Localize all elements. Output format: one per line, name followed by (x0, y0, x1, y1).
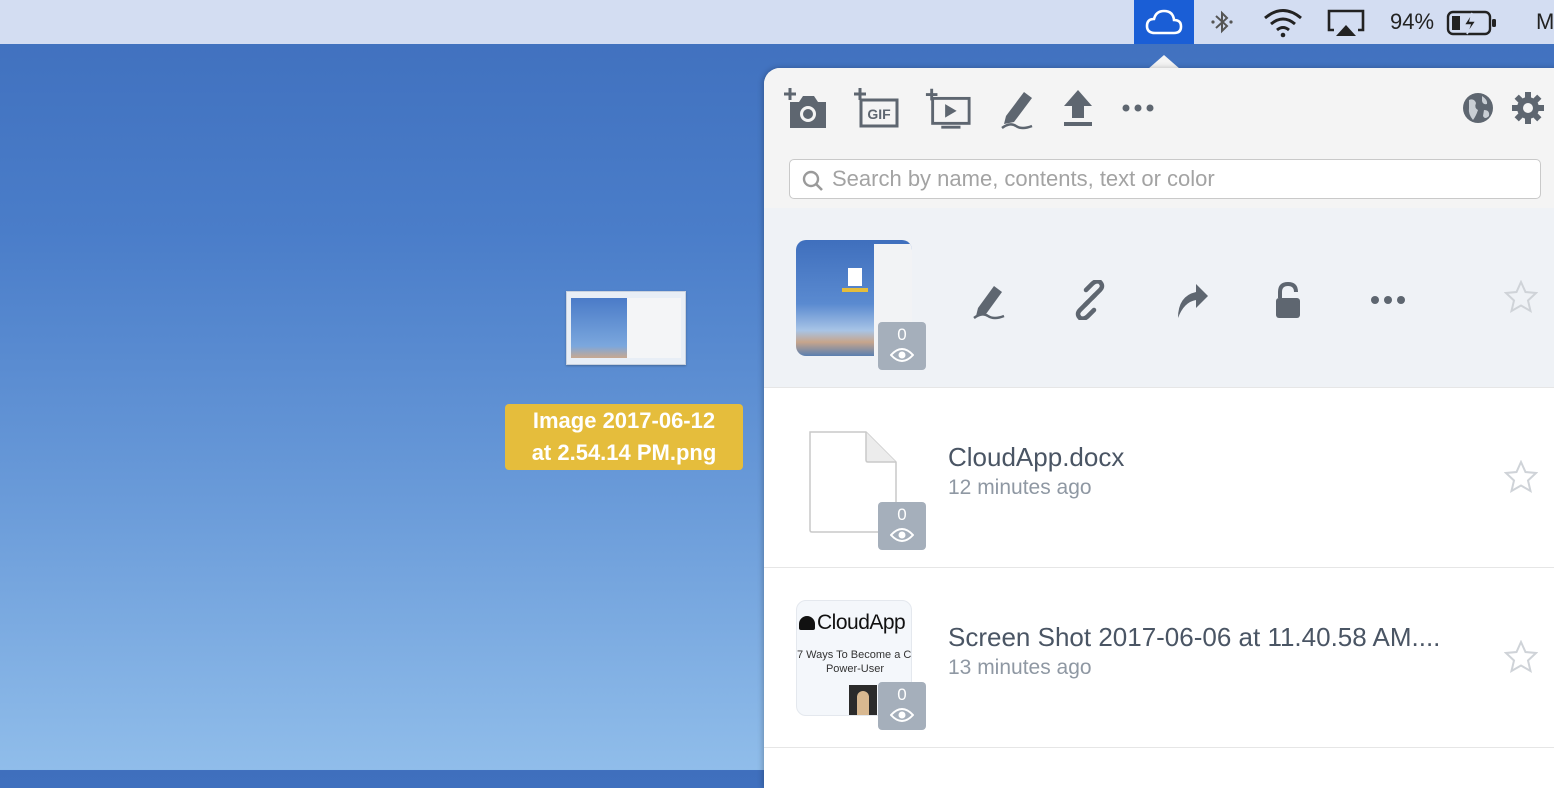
settings-gear-icon[interactable] (1504, 86, 1552, 130)
file-label-line2: at 2.54.14 PM.png (531, 440, 717, 465)
view-count: 0 (897, 505, 907, 524)
thumbnail-line1: 7 Ways To Become a Cloud (797, 649, 912, 661)
popover-arrow (1148, 55, 1180, 69)
thumbnail-preview-left (571, 298, 627, 358)
bluetooth-icon[interactable] (1207, 8, 1237, 41)
thumbnail-line2: Power-User (825, 663, 885, 675)
list-item[interactable]: CloudApp 7 Ways To Become a Cloud Power-… (764, 568, 1554, 748)
thumbnail-photo-person (857, 691, 869, 715)
globe-icon[interactable] (1454, 86, 1502, 130)
wifi-icon[interactable] (1262, 8, 1304, 43)
favorite-star-icon[interactable] (1503, 279, 1539, 319)
list-item[interactable]: 0 CloudApp.docx 12 minutes ago (764, 388, 1554, 568)
copy-link-icon[interactable] (1068, 278, 1112, 322)
file-label-line1: Image 2017-06-12 (532, 408, 716, 433)
eye-icon (890, 348, 914, 362)
favorite-star-icon[interactable] (1503, 459, 1539, 499)
list-item[interactable]: 0 (764, 208, 1554, 388)
item-timestamp: 13 minutes ago (948, 656, 1092, 679)
item-more-options-icon[interactable] (1366, 278, 1410, 322)
upload-icon[interactable] (1054, 86, 1102, 130)
annotate-action-icon[interactable] (968, 278, 1012, 322)
menu-bar: 94% M (0, 0, 1554, 44)
menubar-overflow-item[interactable]: M (1536, 0, 1554, 44)
search-input[interactable] (832, 164, 1522, 194)
item-title[interactable]: CloudApp.docx (948, 442, 1124, 473)
search-icon (802, 170, 823, 191)
more-options-icon[interactable] (1114, 86, 1162, 130)
desktop-file-label[interactable]: Image 2017-06-12 at 2.54.14 PM.png (505, 404, 743, 470)
cloudapp-popover: GIF Search by name, contents, text or co… (764, 68, 1554, 788)
cloudapp-menubar-icon[interactable] (1134, 0, 1194, 44)
svg-text:GIF: GIF (867, 106, 891, 122)
view-count-badge: 0 (878, 682, 926, 730)
thumbnail-preview-right (627, 298, 681, 358)
search-box[interactable] (789, 159, 1541, 199)
view-count-badge: 0 (878, 502, 926, 550)
airplay-icon[interactable] (1326, 8, 1366, 43)
view-count-badge: 0 (878, 322, 926, 370)
record-video-icon[interactable] (924, 86, 972, 130)
desktop-file-thumbnail[interactable] (566, 291, 686, 365)
thumbnail-file (848, 268, 862, 286)
view-count: 0 (897, 685, 907, 704)
annotate-pen-icon[interactable] (994, 86, 1042, 130)
popover-toolbar: GIF (764, 68, 1554, 149)
record-gif-icon[interactable]: GIF (852, 86, 900, 130)
unlock-icon[interactable] (1266, 278, 1310, 322)
view-count: 0 (897, 325, 907, 344)
search-bar-area (764, 148, 1554, 208)
cloud-logo-icon (799, 616, 815, 630)
thumbnail-photo (849, 685, 877, 715)
thumbnail-brand: CloudApp (797, 611, 911, 635)
battery-percent[interactable]: 94% (1390, 0, 1434, 44)
screenshot-camera-icon[interactable] (782, 86, 830, 130)
eye-icon (890, 708, 914, 722)
thumbnail-label (842, 288, 868, 292)
thumbnail-brand-text: CloudApp (817, 611, 906, 634)
eye-icon (890, 528, 914, 542)
item-title[interactable]: Screen Shot 2017-06-06 at 11.40.58 AM...… (948, 622, 1440, 653)
share-arrow-icon[interactable] (1168, 278, 1212, 322)
battery-charging-icon[interactable] (1446, 9, 1498, 42)
item-timestamp: 12 minutes ago (948, 476, 1092, 499)
favorite-star-icon[interactable] (1503, 639, 1539, 679)
